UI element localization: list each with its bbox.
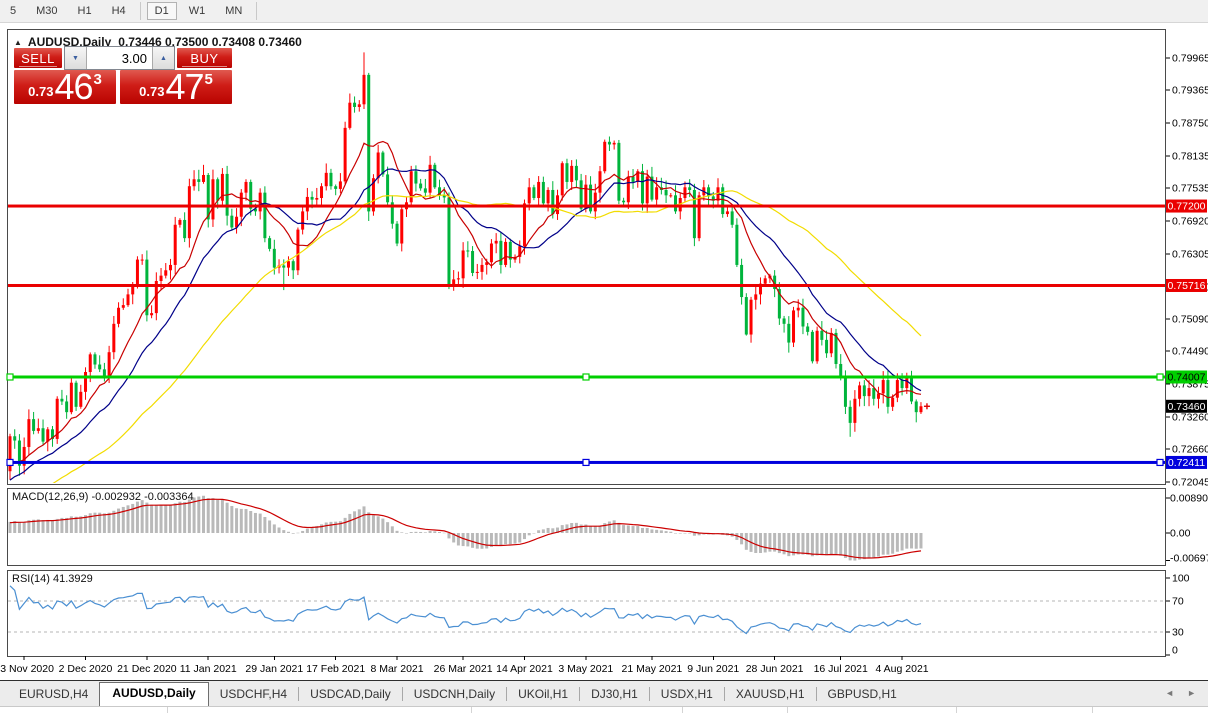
macd-axis-label: 0.008903 <box>1170 493 1208 505</box>
buy-price-prefix: 0.73 <box>139 84 164 99</box>
date-label: 9 Jun 2021 <box>687 663 739 675</box>
price-badge-label: 0.75716 <box>1168 280 1206 292</box>
price-axis: 0.79965 0.79365 0.78750 0.78135 0.77535 0.769… <box>1166 53 1208 657</box>
date-label: 21 May 2021 <box>622 663 683 675</box>
price-tick-label: 0.77535 <box>1172 183 1208 195</box>
one-click-trading-panel: SELL ▼ ▲ BUY 0.73 46 3 0.73 47 5 <box>14 46 232 104</box>
sell-price-prefix: 0.73 <box>28 84 53 99</box>
date-label: 16 Jul 2021 <box>814 663 868 675</box>
price-tick-label: 0.73260 <box>1172 411 1208 423</box>
current-price-marker <box>924 403 930 409</box>
price-tick-label: 0.79965 <box>1172 53 1208 65</box>
buy-button[interactable]: BUY <box>177 48 232 68</box>
rsi-label: RSI(14) 41.3929 <box>12 573 93 585</box>
date-label: 13 Nov 2020 <box>0 663 54 675</box>
buy-price[interactable]: 0.73 47 5 <box>120 70 232 104</box>
volume-input[interactable] <box>87 47 152 69</box>
sell-price-big: 46 <box>54 70 92 104</box>
macd-axis-label: 0.00 <box>1170 528 1191 540</box>
rsi-axis-label: 70 <box>1172 596 1184 608</box>
sell-button[interactable]: SELL <box>14 48 62 68</box>
price-tick-label: 0.79365 <box>1172 85 1208 97</box>
hline-handle[interactable] <box>1157 459 1163 465</box>
rsi-line <box>10 586 921 634</box>
horizontal-line[interactable] <box>8 205 1165 208</box>
rsi-axis-label: 100 <box>1172 573 1190 585</box>
macd-axis-label: -0.006977 <box>1170 553 1208 565</box>
date-label: 21 Dec 2020 <box>117 663 177 675</box>
price-badge-label: 0.77200 <box>1168 201 1206 213</box>
buy-price-big: 47 <box>165 70 203 104</box>
price-tick-label: 0.74490 <box>1172 346 1208 358</box>
price-tick-label: 0.78750 <box>1172 118 1208 130</box>
date-label: 28 Jun 2021 <box>746 663 804 675</box>
rsi-axis-label: 30 <box>1172 626 1184 638</box>
date-label: 3 May 2021 <box>558 663 613 675</box>
price-badge-label: 0.74007 <box>1168 371 1206 383</box>
date-label: 8 Mar 2021 <box>370 663 423 675</box>
price-badge-label: 0.73460 <box>1168 401 1206 413</box>
date-label: 17 Feb 2021 <box>306 663 365 675</box>
price-tick-label: 0.75090 <box>1172 314 1208 326</box>
candles <box>9 52 923 479</box>
date-label: 2 Dec 2020 <box>59 663 113 675</box>
hline-handle[interactable] <box>1157 374 1163 380</box>
date-label: 4 Aug 2021 <box>876 663 929 675</box>
horizontal-line[interactable] <box>8 284 1165 287</box>
date-label: 29 Jan 2021 <box>245 663 303 675</box>
price-tick-label: 0.72045 <box>1172 477 1208 489</box>
hline-handle[interactable] <box>583 374 589 380</box>
sell-price-pip: 3 <box>94 71 102 88</box>
macd-label: MACD(12,26,9) -0.002932 -0.003364 <box>12 491 194 503</box>
date-label: 11 Jan 2021 <box>180 663 237 675</box>
date-axis: 13 Nov 2020 2 Dec 2020 21 Dec 202011 Jan 2… <box>0 656 929 675</box>
price-badge-label: 0.72411 <box>1168 457 1205 469</box>
buy-button-label: BUY <box>190 51 218 66</box>
price-tick-label: 0.72660 <box>1172 444 1208 456</box>
date-label: 26 Mar 2021 <box>434 663 493 675</box>
price-tick-label: 0.76305 <box>1172 248 1208 260</box>
sell-button-label: SELL <box>21 51 55 66</box>
mt4-window: 5M30H1H4D1W1MN 0.799650.793650.787500.78… <box>0 0 1208 712</box>
sell-price[interactable]: 0.73 46 3 <box>14 70 116 104</box>
arrow-up-icon: ▲ <box>160 55 167 62</box>
price-tick-label: 0.78135 <box>1172 150 1208 162</box>
hline-handle[interactable] <box>7 459 13 465</box>
arrow-down-icon: ▼ <box>72 55 79 62</box>
rsi-axis-label: 0 <box>1172 645 1178 657</box>
hline-handle[interactable] <box>7 374 13 380</box>
price-tick-label: 0.76920 <box>1172 216 1208 228</box>
hline-handle[interactable] <box>583 459 589 465</box>
date-label: 14 Apr 2021 <box>496 663 553 675</box>
buy-price-pip: 5 <box>205 71 213 88</box>
